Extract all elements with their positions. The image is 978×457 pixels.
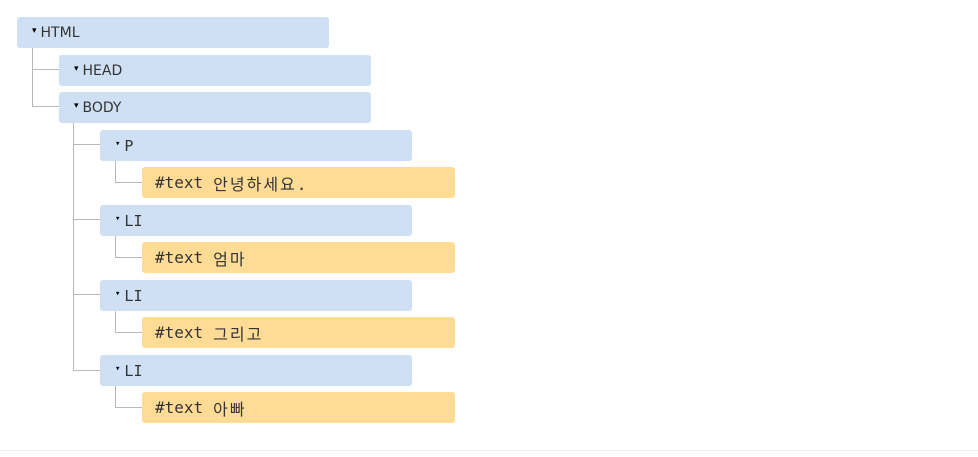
node-p-label: P xyxy=(124,136,134,155)
expand-triangle-icon[interactable]: ▾ xyxy=(32,26,37,36)
node-li-3-label: LI xyxy=(124,361,143,380)
connector-li-1-text-h xyxy=(115,257,142,258)
expand-triangle-icon[interactable]: ▾ xyxy=(115,364,120,374)
connector-li-1-text xyxy=(115,235,116,257)
expand-triangle-icon[interactable]: ▾ xyxy=(115,289,120,299)
text-node-li-1[interactable]: #text 엄마 xyxy=(142,242,455,273)
node-head-label: HEAD xyxy=(82,62,123,79)
text-node-li-3[interactable]: #text 아빠 xyxy=(142,392,455,423)
text-node-value: 아빠 xyxy=(213,399,247,419)
node-body-label: BODY xyxy=(82,99,122,116)
node-li-2[interactable]: ▾ LI xyxy=(100,280,412,311)
text-node-label: #text xyxy=(155,323,204,342)
connector-body-children xyxy=(73,122,74,370)
expand-triangle-icon[interactable]: ▾ xyxy=(115,214,120,224)
node-li-1[interactable]: ▾ LI xyxy=(100,205,412,236)
divider xyxy=(0,450,978,451)
node-html[interactable]: ▾ HTML xyxy=(17,17,329,48)
connector-li-3-text xyxy=(115,385,116,407)
connector-html-children xyxy=(32,47,33,107)
text-node-label: #text xyxy=(155,398,204,417)
text-node-value: 그리고 xyxy=(213,324,264,344)
text-node-value: 안녕하세요. xyxy=(213,174,309,194)
text-node-p[interactable]: #text 안녕하세요. xyxy=(142,167,455,198)
connector-li-2-text xyxy=(115,310,116,332)
node-li-2-label: LI xyxy=(124,286,143,305)
text-node-label: #text xyxy=(155,173,204,192)
node-p[interactable]: ▾ P xyxy=(100,130,412,161)
connector-li-1 xyxy=(73,219,100,220)
connector-p-text-h xyxy=(115,182,142,183)
connector-li-2-text-h xyxy=(115,332,142,333)
expand-triangle-icon[interactable]: ▾ xyxy=(115,139,120,149)
node-li-3[interactable]: ▾ LI xyxy=(100,355,412,386)
connector-li-3-text-h xyxy=(115,407,142,408)
text-node-li-2[interactable]: #text 그리고 xyxy=(142,317,455,348)
text-node-label: #text xyxy=(155,248,204,267)
connector-li-3 xyxy=(73,370,100,371)
node-li-1-label: LI xyxy=(124,211,143,230)
node-head[interactable]: ▾ HEAD xyxy=(59,55,371,86)
dom-tree-diagram: ▾ HTML ▾ HEAD ▾ BODY ▾ P #text 안녕하세요. ▾ … xyxy=(0,0,978,457)
expand-triangle-icon[interactable]: ▾ xyxy=(74,101,79,111)
connector-head xyxy=(32,69,59,70)
connector-p-text xyxy=(115,160,116,182)
connector-body xyxy=(32,106,59,107)
node-html-label: HTML xyxy=(40,24,80,41)
connector-li-2 xyxy=(73,294,100,295)
expand-triangle-icon[interactable]: ▾ xyxy=(74,64,79,74)
connector-p xyxy=(73,144,100,145)
node-body[interactable]: ▾ BODY xyxy=(59,92,371,123)
text-node-value: 엄마 xyxy=(213,249,247,269)
